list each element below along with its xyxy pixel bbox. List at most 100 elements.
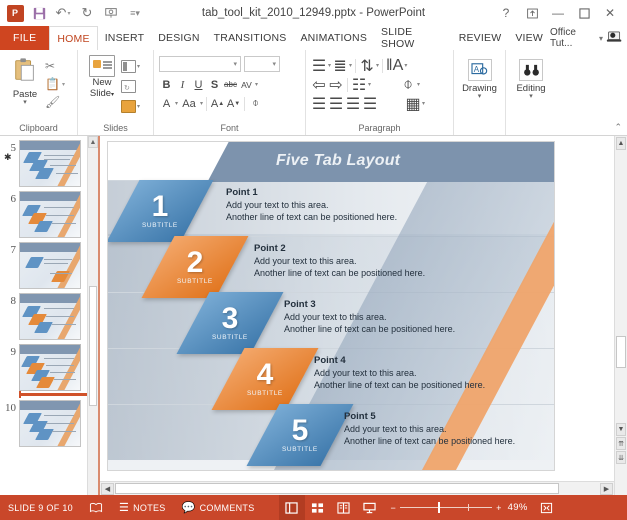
chevron-down-icon[interactable]: ▾ (417, 81, 420, 88)
thumbnail-item-selected[interactable]: 9 (0, 340, 98, 391)
zoom-slider[interactable] (400, 502, 493, 513)
editing-button[interactable]: Editing ▾ (511, 55, 551, 100)
thumbnail-preview[interactable] (19, 400, 81, 447)
bullets-button[interactable]: ☰ (311, 57, 327, 75)
layout-button[interactable]: ▾ (121, 57, 145, 75)
language-icon[interactable] (81, 495, 111, 520)
chevron-down-icon[interactable]: ▾ (404, 62, 407, 69)
align-left-button[interactable]: ☰ (311, 95, 327, 113)
point-block-1[interactable]: Point 1 Add your text to this area. Anot… (226, 187, 397, 223)
maximize-button[interactable] (571, 2, 597, 24)
align-text-button[interactable]: ⌽ (400, 76, 416, 93)
scroll-left-icon[interactable]: ◀ (101, 482, 114, 495)
reading-view-button[interactable] (331, 495, 357, 520)
scrollbar-thumb[interactable] (115, 483, 559, 494)
underline-button[interactable]: U (191, 76, 206, 93)
thumbnail-preview[interactable] (19, 242, 81, 289)
chevron-down-icon[interactable]: ▾ (599, 34, 603, 43)
chevron-down-icon[interactable]: ▾ (368, 81, 371, 88)
undo-icon[interactable]: ↶ ▾ (52, 2, 74, 24)
thumbnail-preview[interactable] (19, 140, 81, 187)
zoom-level[interactable]: 49% (502, 502, 534, 513)
bold-button[interactable]: B (159, 76, 174, 93)
chevron-down-icon[interactable]: ▾ (478, 93, 482, 100)
strikethrough-button[interactable]: abc (223, 76, 238, 93)
slide-sorter-view-button[interactable] (305, 495, 331, 520)
thumbnail-preview[interactable] (19, 344, 81, 391)
ribbon-display-options-icon[interactable] (519, 2, 545, 24)
scrollbar-thumb[interactable] (616, 336, 626, 368)
slide-counter[interactable]: SLIDE 9 OF 10 (0, 495, 81, 520)
thumbnail-item[interactable]: 10 (0, 396, 98, 447)
increase-font-size-button[interactable]: A ▲ (210, 95, 225, 112)
thumbnail-scrollbar[interactable]: ▲ (87, 136, 98, 495)
chevron-down-icon[interactable]: ▾ (349, 62, 352, 69)
next-slide-icon[interactable]: ⇊ (616, 451, 626, 464)
save-icon[interactable] (28, 2, 50, 24)
section-button[interactable]: ▾ (121, 97, 145, 115)
scroll-up-icon[interactable]: ▲ (616, 137, 626, 150)
font-size-input[interactable]: ▾ (244, 56, 280, 72)
scrollbar-thumb[interactable] (89, 286, 97, 406)
tab-home[interactable]: HOME (49, 26, 98, 50)
chevron-down-icon[interactable]: ▾ (255, 81, 258, 88)
tab-transitions[interactable]: TRANSITIONS (207, 26, 294, 50)
convert-to-smartart-button[interactable]: ▦ (405, 95, 421, 113)
text-direction-button[interactable]: ‖A (386, 57, 403, 74)
chevron-down-icon[interactable]: ▾ (328, 62, 331, 69)
start-presentation-icon[interactable] (100, 2, 122, 24)
chevron-down-icon[interactable]: ▾ (175, 100, 178, 107)
fit-to-window-button[interactable] (534, 495, 560, 520)
italic-button[interactable]: I (175, 76, 190, 93)
zoom-control[interactable]: − + (391, 502, 502, 513)
customize-qat-icon[interactable]: ≡▾ (124, 2, 146, 24)
tab-file[interactable]: FILE (0, 26, 50, 50)
point-block-3[interactable]: Point 3 Add your text to this area. Anot… (284, 299, 455, 335)
clear-formatting-icon[interactable]: ⌽ (248, 95, 263, 112)
point-block-2[interactable]: Point 2 Add your text to this area. Anot… (254, 243, 425, 279)
change-case-button[interactable]: Aa (179, 95, 199, 112)
new-slide-button[interactable]: New Slide▾ (83, 55, 121, 101)
close-button[interactable]: ✕ (597, 2, 623, 24)
point-block-4[interactable]: Point 4 Add your text to this area. Anot… (314, 355, 485, 391)
drawing-button[interactable]: A Drawing ▾ (459, 55, 500, 100)
increase-indent-button[interactable]: ⇨ (328, 76, 344, 94)
previous-slide-icon[interactable]: ⇈ (616, 437, 626, 450)
redo-icon[interactable]: ↻ (76, 2, 98, 24)
scroll-right-icon[interactable]: ▶ (600, 482, 613, 495)
columns-button[interactable]: ☷ (351, 76, 367, 94)
thumbnail-item[interactable]: 6 (0, 187, 98, 238)
normal-view-button[interactable] (278, 495, 305, 520)
thumbnail-item[interactable]: 8 (0, 289, 98, 340)
account-avatar-icon[interactable] (606, 30, 623, 47)
cut-button[interactable]: ✂ (45, 58, 65, 74)
tab-animations[interactable]: ANIMATIONS (293, 26, 374, 50)
reset-button[interactable]: ↻ (121, 77, 145, 95)
thumbnail-item[interactable]: 7 (0, 238, 98, 289)
notes-button[interactable]: ☰ NOTES (111, 495, 174, 520)
slide-canvas[interactable]: Five Tab Layout 1 SUBTITLE Point 1 Add y… (100, 136, 627, 495)
thumbnail-item[interactable]: 5 ✱ (0, 136, 98, 187)
tab-insert[interactable]: INSERT (98, 26, 152, 50)
slide-title[interactable]: Five Tab Layout (276, 152, 400, 170)
point-block-5[interactable]: Point 5 Add your text to this area. Anot… (344, 411, 515, 447)
slide-thumbnail-pane[interactable]: 5 ✱ 6 7 8 9 10 ▲ (0, 136, 100, 495)
slide-surface[interactable]: Five Tab Layout 1 SUBTITLE Point 1 Add y… (107, 141, 555, 471)
decrease-indent-button[interactable]: ⇦ (311, 76, 327, 94)
scroll-up-icon[interactable]: ▲ (88, 136, 98, 148)
minimize-button[interactable]: — (545, 2, 571, 24)
text-shadow-button[interactable]: S (207, 76, 222, 93)
align-right-button[interactable]: ☰ (345, 95, 361, 113)
zoom-out-button[interactable]: − (391, 503, 397, 513)
tab-design[interactable]: DESIGN (151, 26, 206, 50)
format-painter-button[interactable]: 🖌 (45, 94, 65, 110)
chevron-down-icon[interactable]: ▾ (376, 62, 379, 69)
line-spacing-button[interactable]: ⇅ (359, 57, 375, 75)
decrease-font-size-button[interactable]: A ▼ (226, 95, 241, 112)
comments-button[interactable]: 💬 COMMENTS (174, 495, 263, 520)
paste-button[interactable]: Paste ▾ (5, 55, 45, 106)
chevron-down-icon[interactable]: ▾ (529, 93, 533, 100)
help-button[interactable]: ? (493, 2, 519, 24)
collapse-ribbon-icon[interactable]: ⌃ (614, 122, 622, 133)
justify-button[interactable]: ☰ (362, 95, 378, 113)
